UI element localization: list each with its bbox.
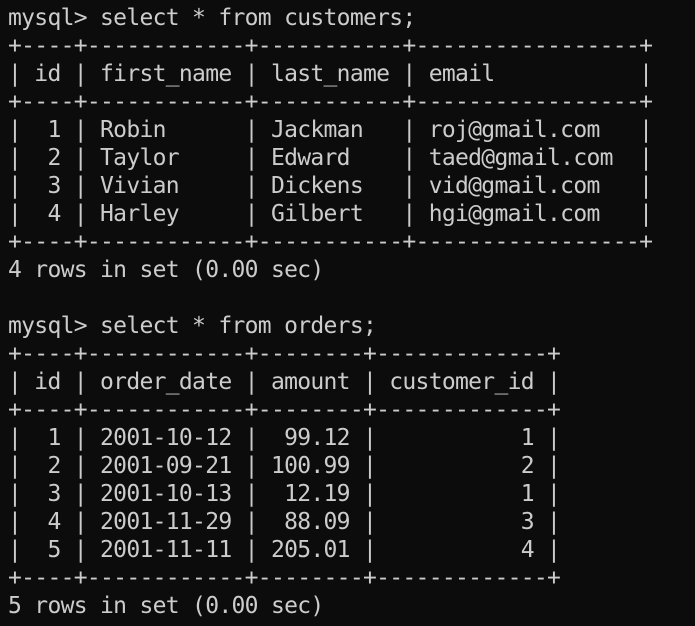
table-row: | 3 | Vivian | Dickens | vid@gmail.com | <box>8 173 653 199</box>
command-prompt-orders: mysql> select * from orders; <box>8 313 377 339</box>
table-border: +----+------------+-----------+---------… <box>8 229 653 255</box>
command-prompt-customers: mysql> select * from customers; <box>8 5 416 31</box>
table-border: +----+------------+--------+------------… <box>8 397 561 423</box>
table-row: | 2 | Taylor | Edward | taed@gmail.com | <box>8 145 653 171</box>
result-summary: 4 rows in set (0.00 sec) <box>8 257 324 283</box>
table-border: +----+------------+-----------+---------… <box>8 89 653 115</box>
table-header-row: | id | first_name | last_name | email | <box>8 61 653 87</box>
table-row: | 2 | 2001-09-21 | 100.99 | 2 | <box>8 453 561 479</box>
table-row: | 4 | Harley | Gilbert | hgi@gmail.com | <box>8 201 653 227</box>
terminal-window[interactable]: mysql> select * from customers; +----+--… <box>0 0 695 626</box>
table-border: +----+------------+--------+------------… <box>8 341 561 367</box>
table-header-row: | id | order_date | amount | customer_id… <box>8 369 561 395</box>
table-row: | 5 | 2001-11-11 | 205.01 | 4 | <box>8 537 561 563</box>
table-row: | 1 | 2001-10-12 | 99.12 | 1 | <box>8 425 561 451</box>
table-row: | 1 | Robin | Jackman | roj@gmail.com | <box>8 117 653 143</box>
table-row: | 4 | 2001-11-29 | 88.09 | 3 | <box>8 509 561 535</box>
table-row: | 3 | 2001-10-13 | 12.19 | 1 | <box>8 481 561 507</box>
table-border: +----+------------+-----------+---------… <box>8 33 653 59</box>
table-border: +----+------------+--------+------------… <box>8 565 561 591</box>
result-summary: 5 rows in set (0.00 sec) <box>8 593 324 619</box>
